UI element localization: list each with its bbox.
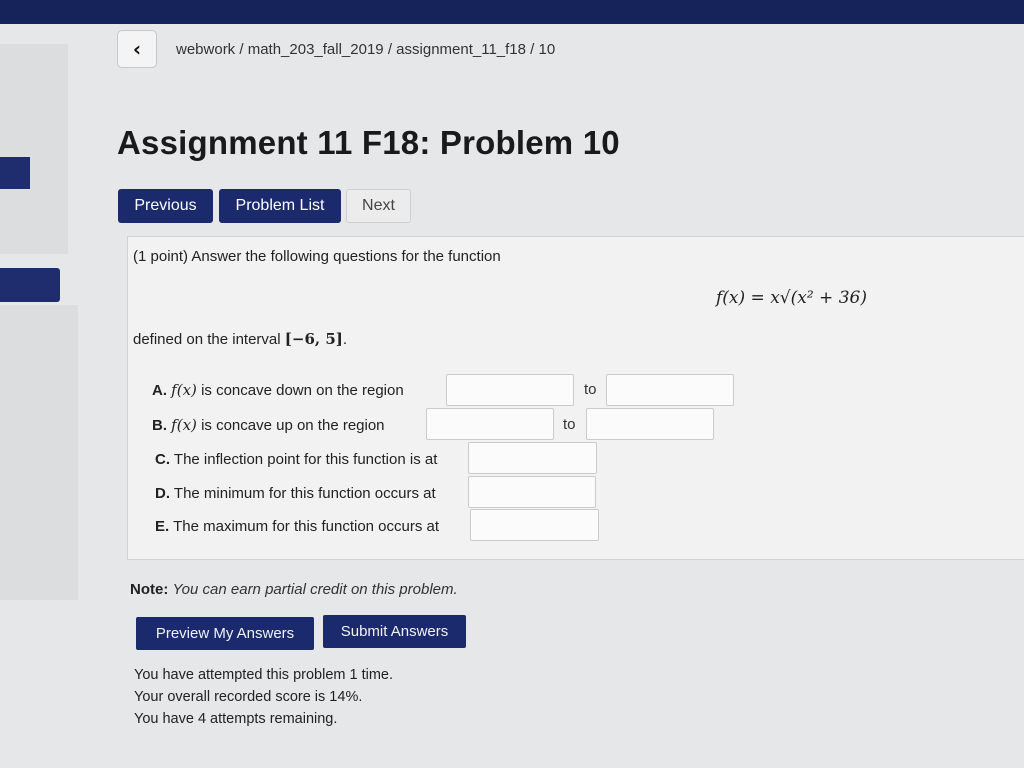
sidebar-tab-active[interactable] — [0, 268, 60, 302]
previous-button[interactable]: Previous — [118, 189, 213, 223]
breadcrumb-item-problem: 10 — [538, 41, 556, 58]
sidebar-panel — [0, 44, 68, 254]
problem-list-button[interactable]: Problem List — [219, 189, 341, 223]
page-title: Assignment 11 F18: Problem 10 — [117, 124, 620, 161]
interval-value: [−6, 5] — [284, 330, 343, 348]
partial-credit-note: Note: You can earn partial credit on thi… — [130, 581, 458, 598]
score-text: Your overall recorded score is 14%. — [134, 689, 363, 705]
question-text: is concave down on the region — [201, 382, 404, 399]
question-text: is concave up on the region — [201, 417, 385, 434]
preview-answers-button[interactable]: Preview My Answers — [136, 617, 314, 650]
to-label: to — [563, 416, 576, 433]
function-symbol: f(x) — [171, 416, 197, 434]
answer-e-input[interactable] — [470, 509, 599, 541]
breadcrumb-separator: / — [383, 41, 397, 58]
back-button[interactable]: ‹ — [117, 30, 157, 68]
problem-intro: (1 point) Answer the following questions… — [133, 248, 501, 265]
breadcrumb-item-course-root[interactable]: webwork — [176, 41, 235, 58]
submit-answers-button[interactable]: Submit Answers — [323, 615, 466, 648]
note-label: Note: — [130, 581, 169, 598]
question-b: B. f(x) is concave up on the region — [152, 416, 385, 434]
breadcrumb-separator: / — [526, 41, 539, 58]
breadcrumb-item-assignment[interactable]: assignment_11_f18 — [396, 41, 526, 58]
breadcrumb-separator: / — [235, 41, 248, 58]
chevron-left-icon: ‹ — [132, 37, 142, 61]
function-formula: f(x) = x√(x² + 36) — [716, 288, 867, 308]
answer-b-from-input[interactable] — [426, 408, 554, 440]
question-text: The minimum for this function occurs at — [173, 485, 436, 502]
next-button[interactable]: Next — [346, 189, 411, 223]
question-a: A. f(x) is concave down on the region — [152, 381, 404, 399]
question-letter: D. — [155, 485, 170, 502]
to-label: to — [584, 381, 597, 398]
interval-text: defined on the interval [−6, 5]. — [133, 330, 347, 348]
breadcrumb: webwork / math_203_fall_2019 / assignmen… — [176, 41, 555, 58]
question-d: D. The minimum for this function occurs … — [155, 485, 436, 502]
answer-a-to-input[interactable] — [606, 374, 734, 406]
question-e: E. The maximum for this function occurs … — [155, 518, 439, 535]
question-letter: A. — [152, 382, 167, 399]
question-letter: B. — [152, 417, 167, 434]
question-letter: C. — [155, 451, 170, 468]
answer-a-from-input[interactable] — [446, 374, 574, 406]
interval-label: defined on the interval — [133, 331, 281, 348]
answer-b-to-input[interactable] — [586, 408, 714, 440]
breadcrumb-item-course[interactable]: math_203_fall_2019 — [248, 41, 384, 58]
remaining-attempts-text: You have 4 attempts remaining. — [134, 711, 338, 727]
note-text: You can earn partial credit on this prob… — [172, 581, 458, 598]
sidebar-panel-lower — [0, 305, 78, 600]
answer-c-input[interactable] — [468, 442, 597, 474]
attempts-text: You have attempted this problem 1 time. — [134, 667, 394, 683]
answer-d-input[interactable] — [468, 476, 596, 508]
interval-period: . — [342, 331, 348, 348]
question-letter: E. — [155, 518, 170, 535]
function-symbol: f(x) — [171, 381, 197, 399]
top-bar — [0, 0, 1024, 24]
question-text: The maximum for this function occurs at — [173, 518, 440, 535]
question-text: The inflection point for this function i… — [173, 451, 438, 468]
sidebar-tab[interactable] — [0, 157, 30, 189]
question-c: C. The inflection point for this functio… — [155, 451, 437, 468]
